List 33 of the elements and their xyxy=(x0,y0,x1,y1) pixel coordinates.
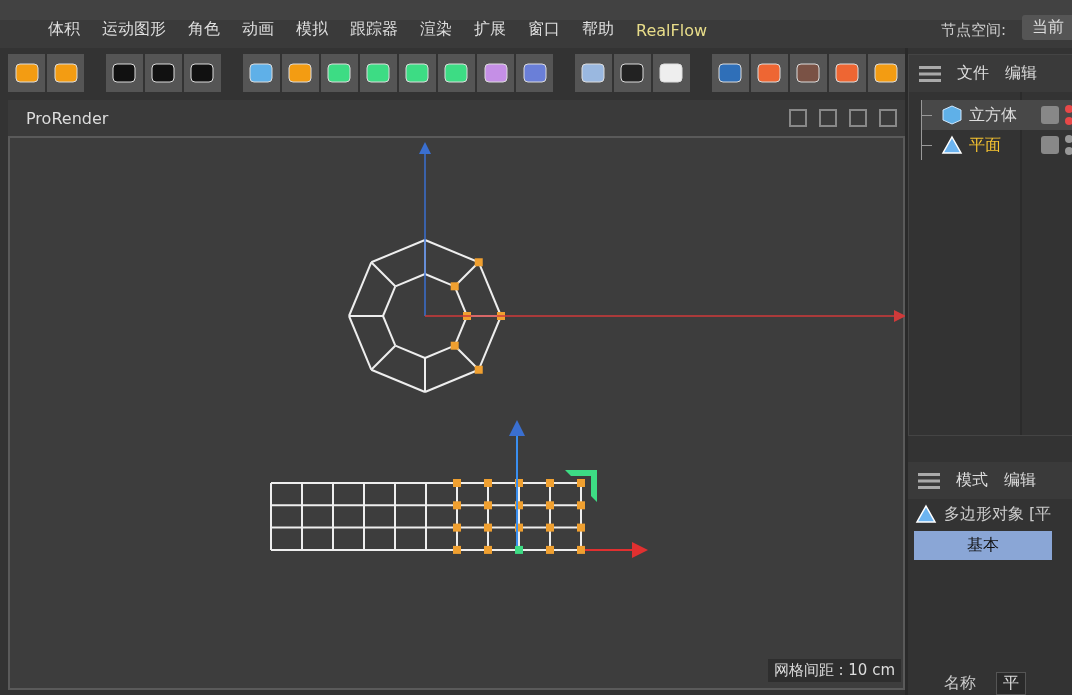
name-field[interactable]: 平 xyxy=(996,672,1026,695)
menu-item[interactable]: 动画 xyxy=(231,19,285,40)
panel-menu-item[interactable]: 编辑 xyxy=(1004,470,1036,491)
menu-icon[interactable] xyxy=(919,64,941,83)
object-title: 多边形对象 [平 xyxy=(944,503,1052,525)
menu-icon[interactable] xyxy=(918,471,940,490)
visibility-dots-icon[interactable] xyxy=(1065,135,1072,155)
object-name[interactable]: 平面 xyxy=(969,134,1035,156)
menu-item[interactable]: 渲染 xyxy=(409,19,463,40)
menu-item[interactable]: 运动图形 xyxy=(91,19,177,40)
node-space-label: 节点空间: xyxy=(940,21,1006,40)
menu-item[interactable]: 体积 xyxy=(37,19,91,40)
tab[interactable]: 基本 xyxy=(914,531,1052,560)
menu-item[interactable]: 帮助 xyxy=(571,19,625,40)
visibility-dots-icon[interactable] xyxy=(1065,105,1072,125)
triangle-icon xyxy=(914,503,938,525)
tree-line xyxy=(921,100,935,130)
menu-item[interactable]: 角色 xyxy=(177,19,231,40)
menu-item[interactable]: 跟踪器 xyxy=(339,19,409,40)
viewport-title: ProRender xyxy=(26,108,110,128)
node-space-button[interactable]: 当前 xyxy=(1022,15,1072,40)
menu-item[interactable]: RealFlow xyxy=(625,21,718,40)
field-label: 名称 xyxy=(944,673,976,694)
corner-handle-icon[interactable] xyxy=(565,470,597,502)
menu-item[interactable]: 窗口 xyxy=(517,19,571,40)
triangle-icon xyxy=(941,134,963,156)
grid-spacing-label: 网格间距 : 10 cm xyxy=(767,659,901,682)
tree-line xyxy=(921,130,935,160)
panel-menu-item[interactable]: 文件 xyxy=(957,63,989,84)
panel-menu-item[interactable]: 模式 xyxy=(956,470,988,491)
menu-item[interactable]: 模拟 xyxy=(285,19,339,40)
panel-menu-item[interactable]: 编辑 xyxy=(1005,63,1037,84)
menu-item[interactable]: 扩展 xyxy=(463,19,517,40)
